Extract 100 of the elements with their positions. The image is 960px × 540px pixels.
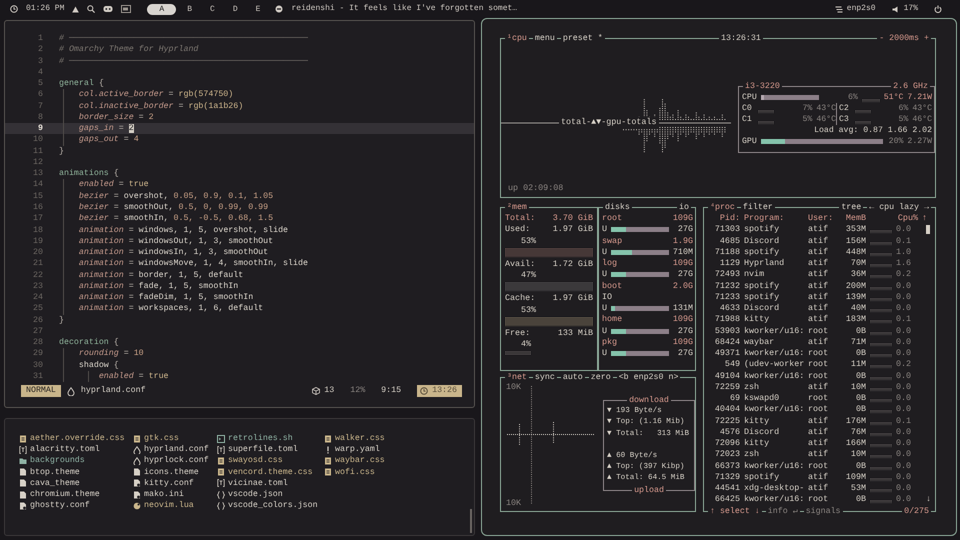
braces-icon (217, 502, 225, 510)
file-name[interactable]: neovim.lua (144, 500, 194, 512)
circle-icon (275, 5, 284, 13)
disk-size: 109G (672, 258, 693, 270)
clock-text: 01:26 PM (26, 3, 64, 15)
file-name[interactable]: wofi.css (335, 466, 375, 478)
panel-tab[interactable]: <b enp2s0 n> (616, 372, 680, 383)
file-name[interactable]: vscode.json (228, 489, 283, 500)
file-name[interactable]: vencord.theme.css (228, 466, 313, 478)
column-header[interactable]: MemB (836, 213, 866, 224)
user-cell-text: atif (808, 382, 830, 393)
file-name[interactable]: hyprlock.conf (144, 455, 209, 467)
memory-value: 133 MiB (558, 328, 593, 339)
cpu-mini-graph (870, 252, 892, 256)
css-file-icon (324, 468, 332, 476)
workspace-button[interactable]: A (147, 4, 176, 14)
cpu-cell: 0.0 (896, 494, 912, 506)
graph-label: total-▲▼-gpu-totals (559, 117, 658, 128)
cpu-cell: 0.0 (896, 224, 912, 236)
cpu-cell: 0.0 (896, 280, 912, 292)
file-name[interactable]: hyprland.conf (144, 444, 209, 456)
cpu-cell: 0.0 (896, 449, 912, 460)
panel-tab[interactable]: ⁴proc (708, 202, 737, 213)
column-header[interactable]: Program: (744, 213, 808, 224)
core-mini-graph (854, 110, 871, 112)
gpu-percent: 20% (888, 136, 904, 147)
code-line: gaps_in = 2 (78, 123, 134, 134)
user-cell-text: atif (808, 258, 830, 270)
file-name[interactable]: mako.ini (144, 489, 184, 500)
file-name[interactable]: icons.theme (144, 466, 199, 478)
cpu-mini-graph (870, 320, 892, 324)
user-cell-text: root (808, 460, 830, 472)
settings-file-icon (133, 490, 141, 499)
file-name[interactable]: swayosd.css (228, 455, 283, 467)
program-cell-text: Discord (744, 303, 780, 314)
used-label: U (602, 224, 608, 236)
scrollbar-thumb[interactable] (470, 509, 472, 533)
cpu-mini-graph (862, 98, 880, 102)
workspace-button[interactable]: B (180, 4, 200, 14)
pid-cell-text: 49104 (714, 370, 740, 382)
line-number: 21 (32, 258, 44, 270)
mode-indicator: NORMAL (21, 385, 61, 397)
column-header[interactable]: User: (808, 213, 836, 224)
program-cell-text: nvim (744, 269, 766, 280)
droplet-icon (66, 386, 75, 396)
file-name[interactable]: aether.override.css (30, 433, 125, 444)
file-name[interactable]: warp.yaml (335, 444, 380, 456)
file-name[interactable]: chromium.theme (30, 489, 100, 500)
disk-name: root (602, 213, 622, 224)
file-name[interactable]: alacritty.toml (30, 444, 100, 456)
file-name[interactable]: superfile.toml (228, 444, 298, 456)
code-line: animations { (59, 168, 119, 180)
panel-tab[interactable]: preset * (560, 33, 605, 44)
file-name[interactable]: ghostty.conf (30, 500, 90, 512)
disk-size: 2.0G (672, 280, 693, 292)
file-name: hyprland.conf (80, 385, 146, 397)
footer-action[interactable]: signals (804, 506, 843, 517)
program-cell-text: zsh (744, 449, 760, 460)
column-header[interactable]: Cpu% (866, 213, 918, 224)
power-icon (934, 5, 942, 13)
file-name[interactable]: walker.css (335, 433, 385, 444)
file-name[interactable]: btop.theme (30, 466, 80, 478)
column-header[interactable]: Pid: (710, 213, 740, 224)
file-name[interactable]: gtk.css (144, 433, 179, 444)
core-temperature: 46°C (912, 114, 932, 125)
file-name[interactable]: waybar.css (335, 455, 385, 467)
scrollbar-thumb[interactable] (926, 225, 930, 234)
panel-tab[interactable]: ¹cpu (505, 33, 529, 44)
cpu-cell: 0.0 (896, 438, 912, 450)
file-name[interactable]: vicinae.toml (228, 478, 288, 490)
panel-tab[interactable]: sync (532, 372, 557, 383)
cpu-mini-graph (870, 466, 892, 470)
panel-tab[interactable]: ← cpu lazy → (867, 202, 931, 213)
line-number: 12 (32, 156, 44, 168)
window-icon (121, 5, 132, 13)
code-line: animation = fadeDim, 1, 5, smoothIn (78, 292, 254, 304)
file-name[interactable]: cava_theme (30, 478, 80, 490)
disk-name: log (602, 258, 618, 270)
pid-cell-text: 1129 (718, 258, 740, 270)
memory-percent: 53% (520, 236, 538, 247)
user-cell-text: root (808, 348, 830, 360)
css-file-icon (19, 434, 27, 443)
workspace-button[interactable]: C (203, 4, 222, 14)
workspace-button[interactable]: E (248, 4, 268, 14)
file-name[interactable]: kitty.conf (144, 478, 194, 490)
line-number: 17 (32, 213, 44, 225)
cpu-cell: 0.1 (896, 416, 912, 427)
triangle-icon (72, 6, 80, 12)
code-line: animation = workspaces, 1, 6, default (78, 303, 264, 315)
file-name[interactable]: retrolines.sh (228, 433, 293, 444)
user-cell-text: root (808, 494, 830, 506)
program-cell-text: kworker/u16: (744, 494, 806, 506)
memory-cell-text: 0B (854, 404, 866, 416)
program-cell-text: Discord (744, 426, 780, 438)
file-name[interactable]: backgrounds (30, 455, 85, 467)
line-number: 1 (37, 33, 44, 44)
file-name[interactable]: vscode_colors.json (228, 500, 318, 512)
used-label: U (602, 348, 608, 360)
memory-percent: 47% (520, 270, 538, 282)
workspace-button[interactable]: D (226, 4, 245, 14)
